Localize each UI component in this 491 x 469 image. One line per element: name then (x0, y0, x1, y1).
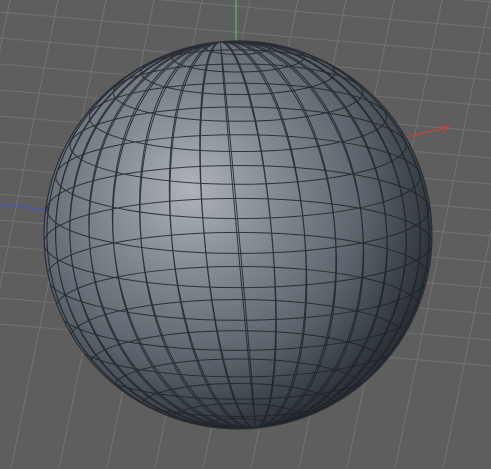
viewport-canvas[interactable] (0, 0, 491, 469)
3d-viewport[interactable] (0, 0, 491, 469)
